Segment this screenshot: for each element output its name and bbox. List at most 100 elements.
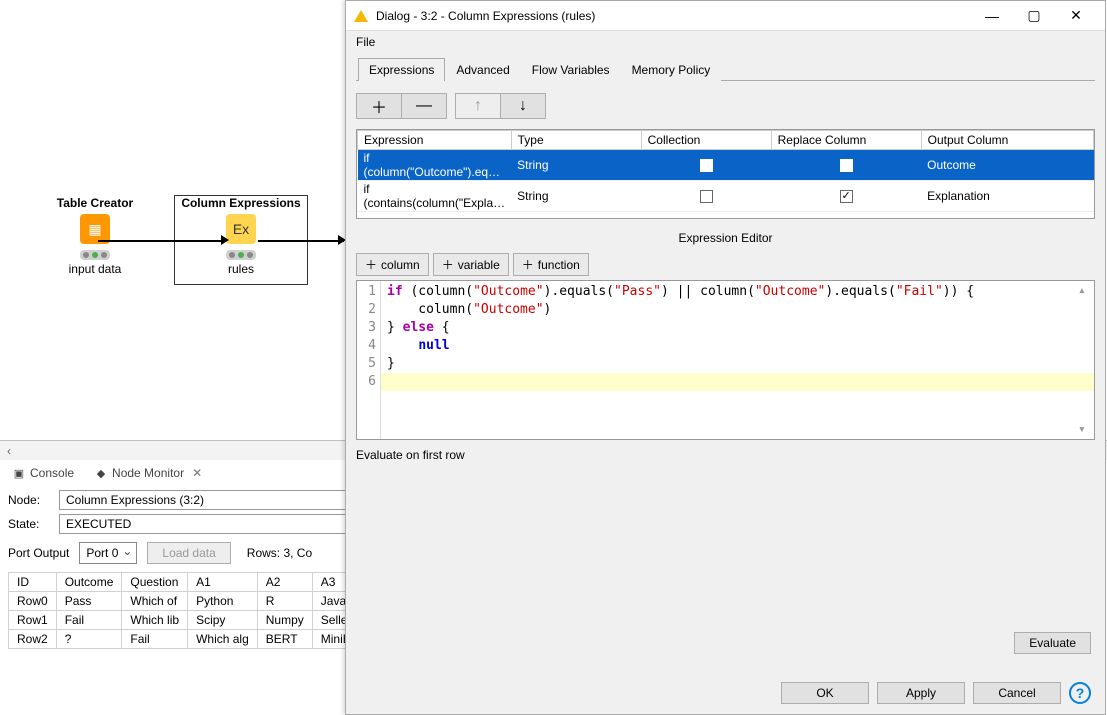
monitor-icon: ◆ [94, 466, 108, 480]
table-cell: Row0 [9, 592, 57, 611]
dialog-window: Dialog - 3:2 - Column Expressions (rules… [345, 0, 1106, 715]
add-button[interactable]: ＋ [356, 93, 402, 119]
cancel-button[interactable]: Cancel [973, 682, 1061, 704]
table-cell: Row1 [9, 611, 57, 630]
node-caption: input data [45, 262, 145, 276]
menu-file[interactable]: File [356, 35, 375, 49]
plus-icon: ＋ [522, 256, 534, 273]
node-column-expressions[interactable]: Column Expressions Ex rules [180, 196, 302, 276]
line-gutter: 123456 [357, 281, 381, 439]
dialog-tabs: ExpressionsAdvancedFlow VariablesMemory … [356, 57, 1095, 81]
code-content[interactable]: if (column("Outcome").equals("Pass") || … [381, 281, 1094, 439]
table-cell: Row2 [9, 630, 57, 649]
table-cell: Numpy [257, 611, 312, 630]
table-row[interactable]: Row2?FailWhich algBERTMiniBE [9, 630, 368, 649]
port-select[interactable]: Port 0 [79, 542, 137, 564]
checkbox[interactable] [840, 159, 853, 172]
table-cell: Which alg [188, 630, 258, 649]
table-cell: ? [56, 630, 122, 649]
table-header[interactable]: Type [511, 131, 641, 150]
expressions-table[interactable]: ExpressionTypeCollectionReplace ColumnOu… [356, 129, 1095, 219]
node-label: Node: [8, 493, 53, 507]
table-cell: Which of [122, 592, 188, 611]
expression-row[interactable]: if (contains(column("Expla…StringExplana… [358, 181, 1094, 212]
table-cell: Outcome [921, 150, 1093, 181]
table-header[interactable]: Question [122, 573, 188, 592]
node-name-field: Column Expressions (3:2) [59, 490, 349, 510]
help-icon[interactable]: ? [1069, 682, 1091, 704]
minimize-button[interactable]: — [971, 2, 1013, 30]
insert-variable-button[interactable]: ＋variable [433, 253, 509, 276]
checkbox[interactable] [700, 190, 713, 203]
code-line: } [387, 355, 1088, 373]
table-cell: String [511, 181, 641, 212]
table-header[interactable]: Output Column [921, 131, 1093, 150]
table-cell: Scipy [188, 611, 258, 630]
table-cell [641, 150, 771, 181]
table-header[interactable]: A1 [188, 573, 258, 592]
code-line: if (column("Outcome").equals("Pass") || … [387, 283, 1088, 301]
tab-expressions[interactable]: Expressions [358, 58, 445, 81]
table-cell [771, 181, 921, 212]
insert-column-button[interactable]: ＋column [356, 253, 429, 276]
node-table-creator[interactable]: Table Creator ▦ input data [45, 196, 145, 276]
table-cell: if (column("Outcome").eq… [358, 150, 512, 181]
rows-count: Rows: 3, Co [247, 546, 312, 560]
table-cell: Fail [122, 630, 188, 649]
connection-wire[interactable] [258, 240, 344, 242]
tab-flow-variables[interactable]: Flow Variables [521, 58, 621, 81]
remove-button[interactable]: — [401, 93, 447, 119]
node-title: Table Creator [45, 196, 145, 210]
table-row[interactable]: Row1FailWhich libScipyNumpySelleni [9, 611, 368, 630]
table-header[interactable]: Outcome [56, 573, 122, 592]
table-header[interactable]: Expression [358, 131, 512, 150]
titlebar[interactable]: Dialog - 3:2 - Column Expressions (rules… [346, 1, 1105, 31]
chevron-left-icon[interactable]: ‹ [1, 443, 17, 459]
checkbox[interactable] [700, 159, 713, 172]
plus-icon: ＋ [365, 256, 377, 273]
checkbox[interactable] [840, 190, 853, 203]
table-header[interactable]: Replace Column [771, 131, 921, 150]
insert-function-button[interactable]: ＋function [513, 253, 589, 276]
tab-label: Node Monitor [112, 466, 184, 480]
table-cell [641, 181, 771, 212]
apply-button[interactable]: Apply [877, 682, 965, 704]
table-cell [771, 150, 921, 181]
workflow-canvas: Table Creator ▦ input data Column Expres… [0, 0, 345, 440]
table-cell: Fail [56, 611, 122, 630]
table-row[interactable]: Row0PassWhich ofPythonRJava [9, 592, 368, 611]
table-cell: Pass [56, 592, 122, 611]
table-header[interactable]: Collection [641, 131, 771, 150]
menu-bar: File [346, 31, 1105, 53]
table-cell: R [257, 592, 312, 611]
code-editor[interactable]: 123456 if (column("Outcome").equals("Pas… [356, 280, 1095, 440]
ok-button[interactable]: OK [781, 682, 869, 704]
state-field: EXECUTED [59, 514, 349, 534]
table-cell: String [511, 150, 641, 181]
app-icon [354, 10, 368, 22]
tab-console[interactable]: ▣ Console [8, 464, 78, 482]
data-table[interactable]: IDOutcomeQuestionA1A2A3 Row0PassWhich of… [8, 572, 368, 649]
move-down-button[interactable]: ↓ [500, 93, 546, 119]
close-button[interactable]: ✕ [1055, 2, 1097, 30]
table-header[interactable]: ID [9, 573, 57, 592]
maximize-button[interactable]: ▢ [1013, 2, 1055, 30]
evaluate-button[interactable]: Evaluate [1014, 632, 1091, 654]
close-icon[interactable]: ✕ [192, 466, 202, 480]
code-line: } else { [387, 319, 1088, 337]
table-cell: BERT [257, 630, 312, 649]
tab-node-monitor[interactable]: ◆ Node Monitor ✕ [90, 464, 206, 482]
tab-advanced[interactable]: Advanced [445, 58, 520, 81]
tab-label: Console [30, 466, 74, 480]
code-line: null [387, 337, 1088, 355]
connection-wire[interactable] [98, 240, 226, 242]
table-cell: Python [188, 592, 258, 611]
move-up-button[interactable]: ↑ [455, 93, 501, 119]
node-title: Column Expressions [180, 196, 302, 210]
expression-row[interactable]: if (column("Outcome").eq…String Outcome [358, 150, 1094, 181]
load-data-button[interactable]: Load data [147, 542, 230, 564]
console-icon: ▣ [12, 466, 26, 480]
table-header[interactable]: A2 [257, 573, 312, 592]
evaluate-label: Evaluate on first row [356, 448, 465, 462]
tab-memory-policy[interactable]: Memory Policy [621, 58, 722, 81]
